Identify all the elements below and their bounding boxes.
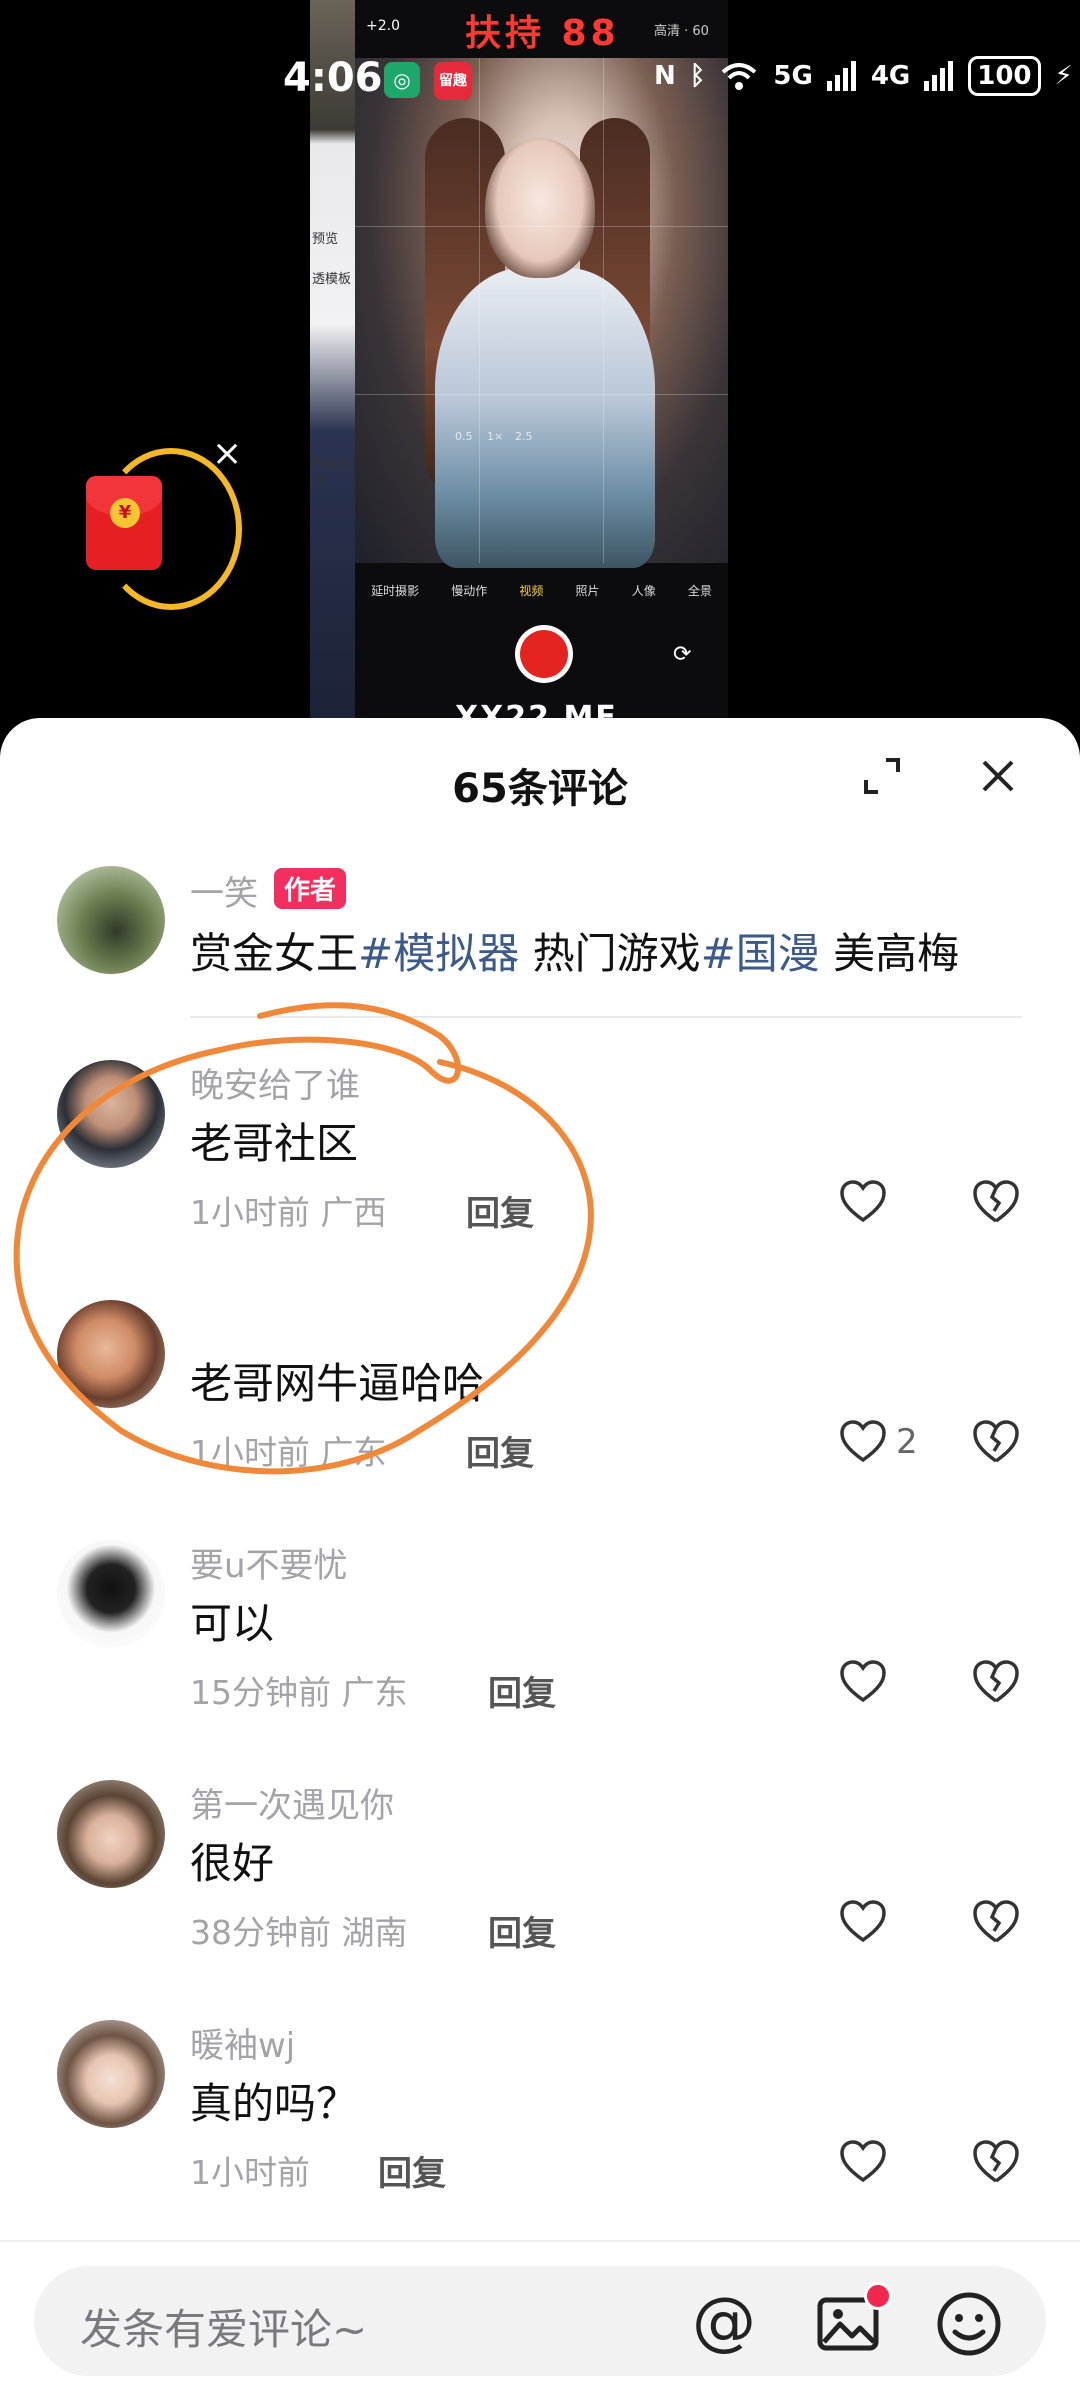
signal-bars-icon xyxy=(826,61,856,91)
reply-button[interactable]: 回复 xyxy=(466,1426,534,1475)
comment-username[interactable]: 晚安给了谁 xyxy=(190,1058,360,1107)
comment-meta: 15分钟前 广东 xyxy=(190,1666,408,1714)
hashtag-link[interactable]: #国漫 xyxy=(701,929,820,978)
shutter-button-icon xyxy=(515,625,573,683)
comment-username[interactable]: 暖袖wj xyxy=(190,2018,295,2067)
charging-icon: ⚡ xyxy=(1054,61,1073,91)
reply-button[interactable]: 回复 xyxy=(378,2146,446,2195)
camera-flip-icon: ⟳ xyxy=(673,642,692,667)
reply-button[interactable]: 回复 xyxy=(488,1666,556,1715)
camera-mode: 延时摄影 xyxy=(371,584,420,598)
camera-mode-bar: 延时摄影 慢动作 视频 照片 人像 全景 xyxy=(355,582,728,599)
wifi-icon xyxy=(722,63,757,90)
heart-icon[interactable] xyxy=(838,2138,888,2188)
heart-icon[interactable] xyxy=(838,1418,888,1468)
preview-label: 色丝印次 xyxy=(312,456,352,490)
emoji-icon[interactable] xyxy=(935,2290,1003,2358)
red-packet-widget[interactable]: ¥ xyxy=(80,448,242,610)
comment-time: 1小时前 xyxy=(190,1433,310,1472)
top-banner-text: 扶持 88 xyxy=(465,13,620,54)
reply-button[interactable]: 回复 xyxy=(488,1906,556,1955)
camera-mode: 照片 xyxy=(575,584,600,598)
camera-mode-active: 视频 xyxy=(519,584,544,598)
comment-meta: 38分钟前 湖南 xyxy=(190,1906,408,1954)
broken-heart-icon[interactable] xyxy=(970,1657,1022,1709)
comment-count-title: 65条评论 xyxy=(452,766,628,812)
avatar[interactable] xyxy=(57,1540,165,1648)
comment-username[interactable]: 第一次遇见你 xyxy=(190,1778,394,1827)
broken-heart-icon[interactable] xyxy=(970,1177,1022,1229)
comment-text-part: 美高梅 xyxy=(819,929,960,978)
status-indicators: N ᛒ 5G 4G 100 ⚡ xyxy=(654,56,1073,96)
comment-text-part: 赏金女王 xyxy=(190,929,359,978)
heart-icon[interactable] xyxy=(838,1178,888,1228)
signal-bars-icon xyxy=(924,61,954,91)
avatar[interactable] xyxy=(57,1780,165,1888)
comment-text: 真的吗？ xyxy=(190,2079,359,2128)
heart-icon[interactable] xyxy=(838,1898,888,1948)
mention-icon[interactable]: @ xyxy=(692,2290,756,2354)
expand-icon[interactable] xyxy=(862,756,902,796)
red-envelope-icon: ¥ xyxy=(86,476,162,570)
zoom-option: 1× xyxy=(487,430,504,443)
nfc-icon: N xyxy=(654,61,676,91)
avatar[interactable] xyxy=(57,1060,165,1168)
video-area[interactable]: 预览 透模板 色丝印次 0.5 1× 2.5 延时摄影 慢动作 视频 照片 人像… xyxy=(0,0,1080,740)
zoom-option: 2.5 xyxy=(515,430,533,443)
heart-icon[interactable] xyxy=(838,1658,888,1708)
comment-username[interactable]: 要u不要忧 xyxy=(190,1538,348,1587)
broken-heart-icon[interactable] xyxy=(970,1897,1022,1949)
recording-indicator: +2.0 xyxy=(366,18,400,34)
camera-mode: 全景 xyxy=(687,584,712,598)
comment-time: 1小时前 xyxy=(190,1193,310,1232)
coin-icon: ¥ xyxy=(110,498,140,528)
comment-region: 湖南 xyxy=(341,1913,408,1952)
zoom-option: 0.5 xyxy=(455,430,473,443)
broken-heart-icon[interactable] xyxy=(970,2137,1022,2189)
close-red-packet-icon[interactable]: × xyxy=(212,433,242,474)
comment-time: 38分钟前 xyxy=(190,1913,331,1952)
comment-time: 15分钟前 xyxy=(190,1673,331,1712)
status-time: 4:06 xyxy=(283,55,383,101)
app-green-icon: ◎ xyxy=(384,62,420,98)
bluetooth-icon: ᛒ xyxy=(689,61,706,91)
comment-meta: 1小时前 广西 xyxy=(190,1186,387,1234)
avatar[interactable] xyxy=(57,2020,165,2128)
avatar[interactable] xyxy=(57,1300,165,1408)
comment-meta: 1小时前 xyxy=(190,2146,310,2194)
like-count: 2 xyxy=(896,1422,918,1462)
notification-dot xyxy=(864,2282,892,2310)
status-bar: +2.0 扶持 88 高清 · 60 4:06 ◎ 留趣 N ᛒ 5G 4G 1 xyxy=(0,0,1080,150)
camera-mode: 人像 xyxy=(631,584,656,598)
reply-button[interactable]: 回复 xyxy=(466,1186,534,1235)
comment-time: 1小时前 xyxy=(190,2153,310,2192)
comment-text: 赏金女王#模拟器 热门游戏#国漫 美高梅 xyxy=(190,920,959,981)
signal-5g-icon: 5G xyxy=(773,61,813,91)
comment-text: 可以 xyxy=(190,1599,275,1648)
signal-4g-icon: 4G xyxy=(870,61,911,91)
broken-heart-icon[interactable] xyxy=(970,1417,1022,1469)
comment-text: 老哥网牛逼哈哈 xyxy=(190,1359,485,1408)
comment-region: 广西 xyxy=(320,1193,387,1232)
close-icon[interactable] xyxy=(978,756,1018,796)
quality-indicator: 高清 · 60 xyxy=(654,24,709,39)
comment-region: 广东 xyxy=(320,1433,387,1472)
author-badge: 作者 xyxy=(274,868,347,909)
comment-text: 很好 xyxy=(190,1839,275,1888)
comment-text: 老哥社区 xyxy=(190,1119,359,1168)
preview-label: 预览 xyxy=(312,232,339,247)
preview-label: 透模板 xyxy=(312,272,352,287)
comment-meta: 1小时前 广东 xyxy=(190,1426,387,1474)
comment-input-placeholder[interactable]: 发条有爱评论~ xyxy=(80,2296,367,2357)
camera-mode: 慢动作 xyxy=(451,584,488,598)
avatar[interactable] xyxy=(57,866,165,974)
hashtag-link[interactable]: #模拟器 xyxy=(358,929,519,978)
app-badge-icon: 留趣 xyxy=(434,62,472,100)
comment-username[interactable]: 一笑 xyxy=(190,866,258,915)
divider xyxy=(190,1016,1022,1018)
comment-region: 广东 xyxy=(341,1673,408,1712)
comment-text-part: 热门游戏 xyxy=(519,929,701,978)
battery-indicator: 100 xyxy=(968,56,1041,96)
